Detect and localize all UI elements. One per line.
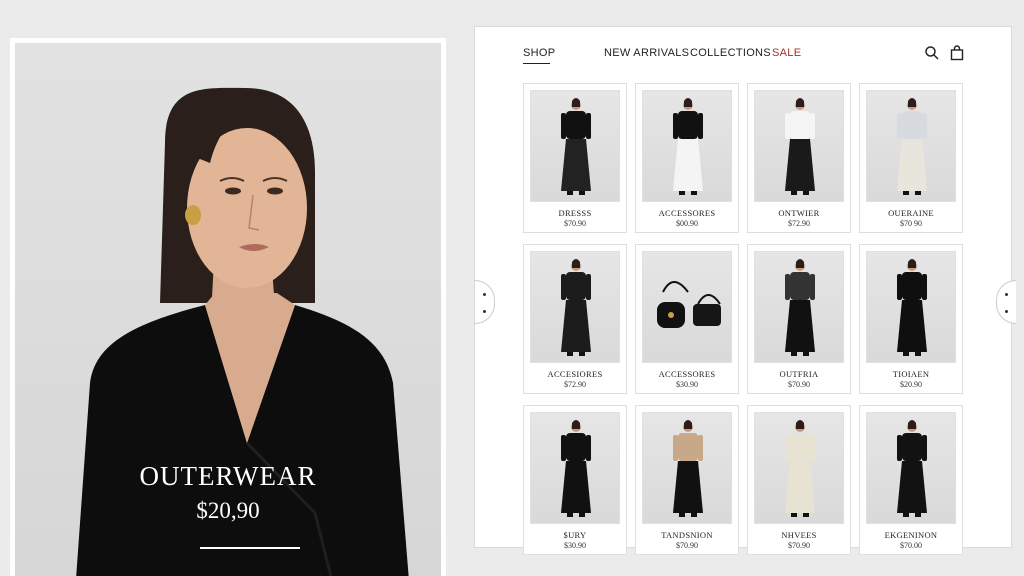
product-card[interactable]: TANDSNION $70.90 xyxy=(635,405,739,555)
product-image[interactable] xyxy=(866,251,956,363)
product-price: $72.90 xyxy=(788,219,810,228)
product-name[interactable]: $URY xyxy=(524,530,626,540)
product-price: $30.90 xyxy=(564,541,586,550)
product-card[interactable]: OUTFRIA $70.90 xyxy=(747,244,851,394)
product-price: $70 90 xyxy=(900,219,922,228)
product-image[interactable] xyxy=(866,412,956,524)
nav-sale[interactable]: SALE xyxy=(772,47,801,59)
product-card[interactable]: DRESSS $70.90 xyxy=(523,83,627,233)
model-figure xyxy=(785,420,815,517)
product-price: $70.90 xyxy=(788,541,810,550)
model-figure xyxy=(561,420,591,517)
model-figure xyxy=(897,420,927,517)
model-figure xyxy=(561,98,591,195)
product-image[interactable] xyxy=(866,90,956,202)
product-image[interactable] xyxy=(530,90,620,202)
model-figure xyxy=(561,259,591,356)
product-price: $72.90 xyxy=(564,380,586,389)
nav-new-arrivals[interactable]: NEW ARRIVALS xyxy=(604,47,689,59)
product-price: $70.90 xyxy=(788,380,810,389)
product-name[interactable]: ACCESIORES xyxy=(524,369,626,379)
product-card[interactable]: ОNTWIER $72.90 xyxy=(747,83,851,233)
hero-price: $20,90 xyxy=(196,498,260,523)
nav-shop[interactable]: SHOP xyxy=(523,47,555,59)
hero-panel[interactable]: OUTERWEAR $20,90 xyxy=(10,38,446,576)
product-card[interactable]: $URY $30.90 xyxy=(523,405,627,555)
product-image[interactable] xyxy=(642,90,732,202)
product-name[interactable]: ACCESSORES xyxy=(636,208,738,218)
product-image[interactable] xyxy=(754,412,844,524)
hero-photo: OUTERWEAR $20,90 xyxy=(15,43,441,576)
product-price: $20.90 xyxy=(900,380,922,389)
model-figure xyxy=(673,420,703,517)
model-figure xyxy=(673,98,703,195)
product-card[interactable]: NHVEES $70.90 xyxy=(747,405,851,555)
product-price: $00.90 xyxy=(676,219,698,228)
shop-panel: SHOP NEW ARRIVALS COLLECTIONS SALE DRESS… xyxy=(474,26,1012,555)
active-underline xyxy=(523,63,550,64)
model-figure xyxy=(657,281,721,328)
product-image[interactable] xyxy=(530,251,620,363)
product-name[interactable]: ОNTWIER xyxy=(748,208,850,218)
product-name[interactable]: OUERAINE xyxy=(860,208,962,218)
model-illustration xyxy=(76,87,409,576)
model-figure xyxy=(785,259,815,356)
model-figure xyxy=(785,98,815,195)
product-card[interactable]: ACCESSORES $30.90 xyxy=(635,244,739,394)
product-card[interactable]: ACCESSORES $00.90 xyxy=(635,83,739,233)
nav-collections[interactable]: COLLECTIONS xyxy=(690,47,771,59)
model-figure xyxy=(897,259,927,356)
model-figure xyxy=(897,98,927,195)
product-name[interactable]: TANDSNION xyxy=(636,530,738,540)
top-nav: SHOP NEW ARRIVALS COLLECTIONS SALE xyxy=(475,45,1011,67)
product-image[interactable] xyxy=(754,90,844,202)
product-image[interactable] xyxy=(530,412,620,524)
product-price: $70.90 xyxy=(676,541,698,550)
shopping-bag-icon[interactable] xyxy=(949,45,965,61)
product-card[interactable]: EKGENINON $70.00 xyxy=(859,405,963,555)
product-card[interactable]: ACCESIORES $72.90 xyxy=(523,244,627,394)
product-card[interactable]: ΤΙΟΙΑΕΝ $20.90 xyxy=(859,244,963,394)
product-price: $70.90 xyxy=(564,219,586,228)
hero-divider xyxy=(200,547,300,549)
product-name[interactable]: EKGENINON xyxy=(860,530,962,540)
product-price: $70.00 xyxy=(900,541,922,550)
product-price: $30.90 xyxy=(676,380,698,389)
product-name[interactable]: NHVEES xyxy=(748,530,850,540)
product-image[interactable] xyxy=(642,412,732,524)
product-name[interactable]: DRESSS xyxy=(524,208,626,218)
product-image[interactable] xyxy=(642,251,732,363)
product-card[interactable]: OUERAINE $70 90 xyxy=(859,83,963,233)
product-image[interactable] xyxy=(754,251,844,363)
product-name[interactable]: ACCESSORES xyxy=(636,369,738,379)
search-icon[interactable] xyxy=(924,45,940,61)
product-name[interactable]: ΤΙΟΙΑΕΝ xyxy=(860,369,962,379)
product-name[interactable]: OUTFRIA xyxy=(748,369,850,379)
hero-title: OUTERWEAR xyxy=(139,461,317,491)
